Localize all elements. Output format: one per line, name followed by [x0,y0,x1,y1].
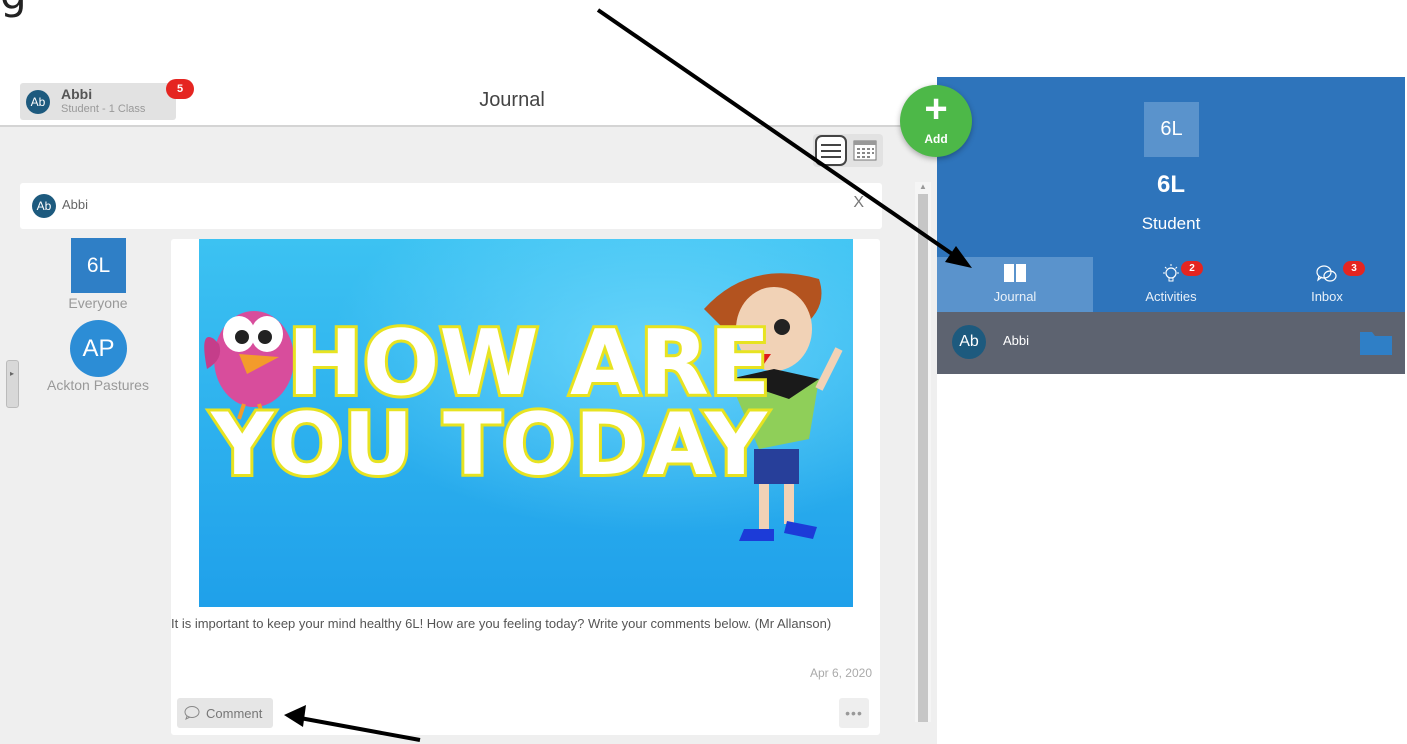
plus-icon: + [924,87,948,131]
lightbulb-icon [1163,264,1179,282]
activities-badge: 2 [1181,261,1203,276]
list-view-icon [821,149,841,152]
class-tile-label: Everyone [68,295,128,311]
tab-journal-label: Journal [993,289,1037,304]
close-icon[interactable]: X [853,194,864,212]
book-icon [1004,264,1026,282]
speech-bubble-icon [184,706,200,720]
class-name: 6L [1156,171,1185,198]
comment-button[interactable]: Comment [177,698,273,728]
tab-journal[interactable]: Journal [937,257,1093,312]
post-card: HOW ARE YOU TODAY It is important to kee… [171,239,880,735]
tab-activities-label: Activities [1145,289,1197,304]
vertical-scrollbar[interactable]: ▲ [915,182,931,722]
calendar-view-icon[interactable] [853,139,877,161]
top-header-bar: Ab Abbi Student - 1 Class 5 Journal [0,77,937,127]
post-body: It is important to keep your mind health… [171,616,832,631]
class-role: Student [1141,214,1201,233]
school-avatar[interactable]: AP [70,320,127,377]
tab-inbox-label: Inbox [1311,289,1343,304]
post-image[interactable]: HOW ARE YOU TODAY [199,239,853,607]
list-view-icon [821,143,841,146]
add-button[interactable]: + Add [900,85,972,157]
more-options-button[interactable]: ••• [839,698,869,728]
tab-activities[interactable]: 2 Activities [1093,257,1249,312]
student-row[interactable]: Ab Abbi [937,312,1405,374]
page-title: Journal [479,89,545,111]
post-author: Abbi [62,197,89,212]
class-tile[interactable]: 6L [71,238,126,293]
drawer-arrow-icon: ▸ [10,369,15,378]
class-header: 6L 6L Student [937,77,1405,257]
class-header-tile: 6L [1144,102,1199,157]
school-label: Ackton Pastures [47,377,149,393]
tab-inbox[interactable]: 3 Inbox [1249,257,1405,312]
class-panel: 6L 6L Student Journal 2 Activities 3 Inb… [937,77,1407,744]
cropped-heading-text: g [0,0,27,19]
list-view-button[interactable] [815,135,847,166]
student-name: Abbi [1003,333,1030,348]
list-view-icon [821,155,841,158]
scroll-up-arrow-icon[interactable]: ▲ [919,182,927,191]
view-toggle [813,134,883,167]
post-header: Ab Abbi X [20,183,882,229]
post-date: Apr 6, 2020 [809,666,872,680]
scrollbar-thumb[interactable] [918,194,928,722]
inbox-badge: 3 [1343,261,1365,276]
screenshot-root: g Ab Abbi Student - 1 Class 5 Journal [0,0,1407,744]
side-drawer-handle[interactable]: ▸ [6,360,19,408]
chat-bubbles-icon [1316,265,1337,282]
comment-label: Comment [206,705,263,721]
folder-icon[interactable] [1360,329,1392,355]
tab-bar: Journal 2 Activities 3 Inbox [937,257,1405,312]
journal-panel: Ab Abbi Student - 1 Class 5 Journal ▲ ▸ … [0,77,937,744]
add-label: Add [924,132,948,146]
author-avatar: Ab [32,194,56,218]
image-title-line2: YOU TODAY [210,395,769,495]
student-avatar: Ab [952,325,986,359]
